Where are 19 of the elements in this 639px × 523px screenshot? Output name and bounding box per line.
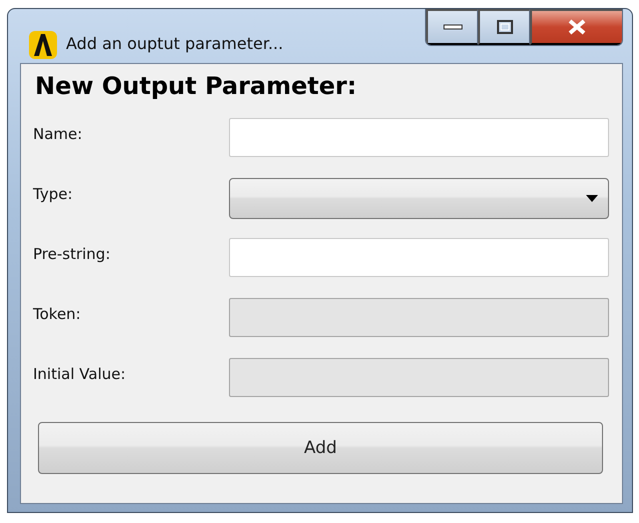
dialog-heading: New Output Parameter: <box>35 72 358 100</box>
text-field[interactable] <box>229 238 609 277</box>
maximize-icon <box>496 20 512 34</box>
field-label: Token: <box>32 304 82 323</box>
close-icon <box>568 19 586 35</box>
close-button[interactable] <box>530 9 622 45</box>
field-label: Name: <box>32 124 84 143</box>
app-logo-icon <box>28 30 58 60</box>
maximize-button[interactable] <box>478 9 530 45</box>
minimize-button[interactable] <box>426 9 478 45</box>
type-dropdown[interactable] <box>229 178 609 219</box>
minimize-icon <box>442 24 462 30</box>
field-label: Type: <box>32 184 74 203</box>
add-button[interactable]: Add <box>38 422 603 474</box>
window-title: Add an ouptut parameter... <box>66 34 284 53</box>
field-label: Pre-string: <box>32 244 112 263</box>
field-label: Initial Value: <box>32 364 127 383</box>
text-field[interactable] <box>229 118 609 157</box>
dropdown-arrow-icon <box>586 195 598 202</box>
